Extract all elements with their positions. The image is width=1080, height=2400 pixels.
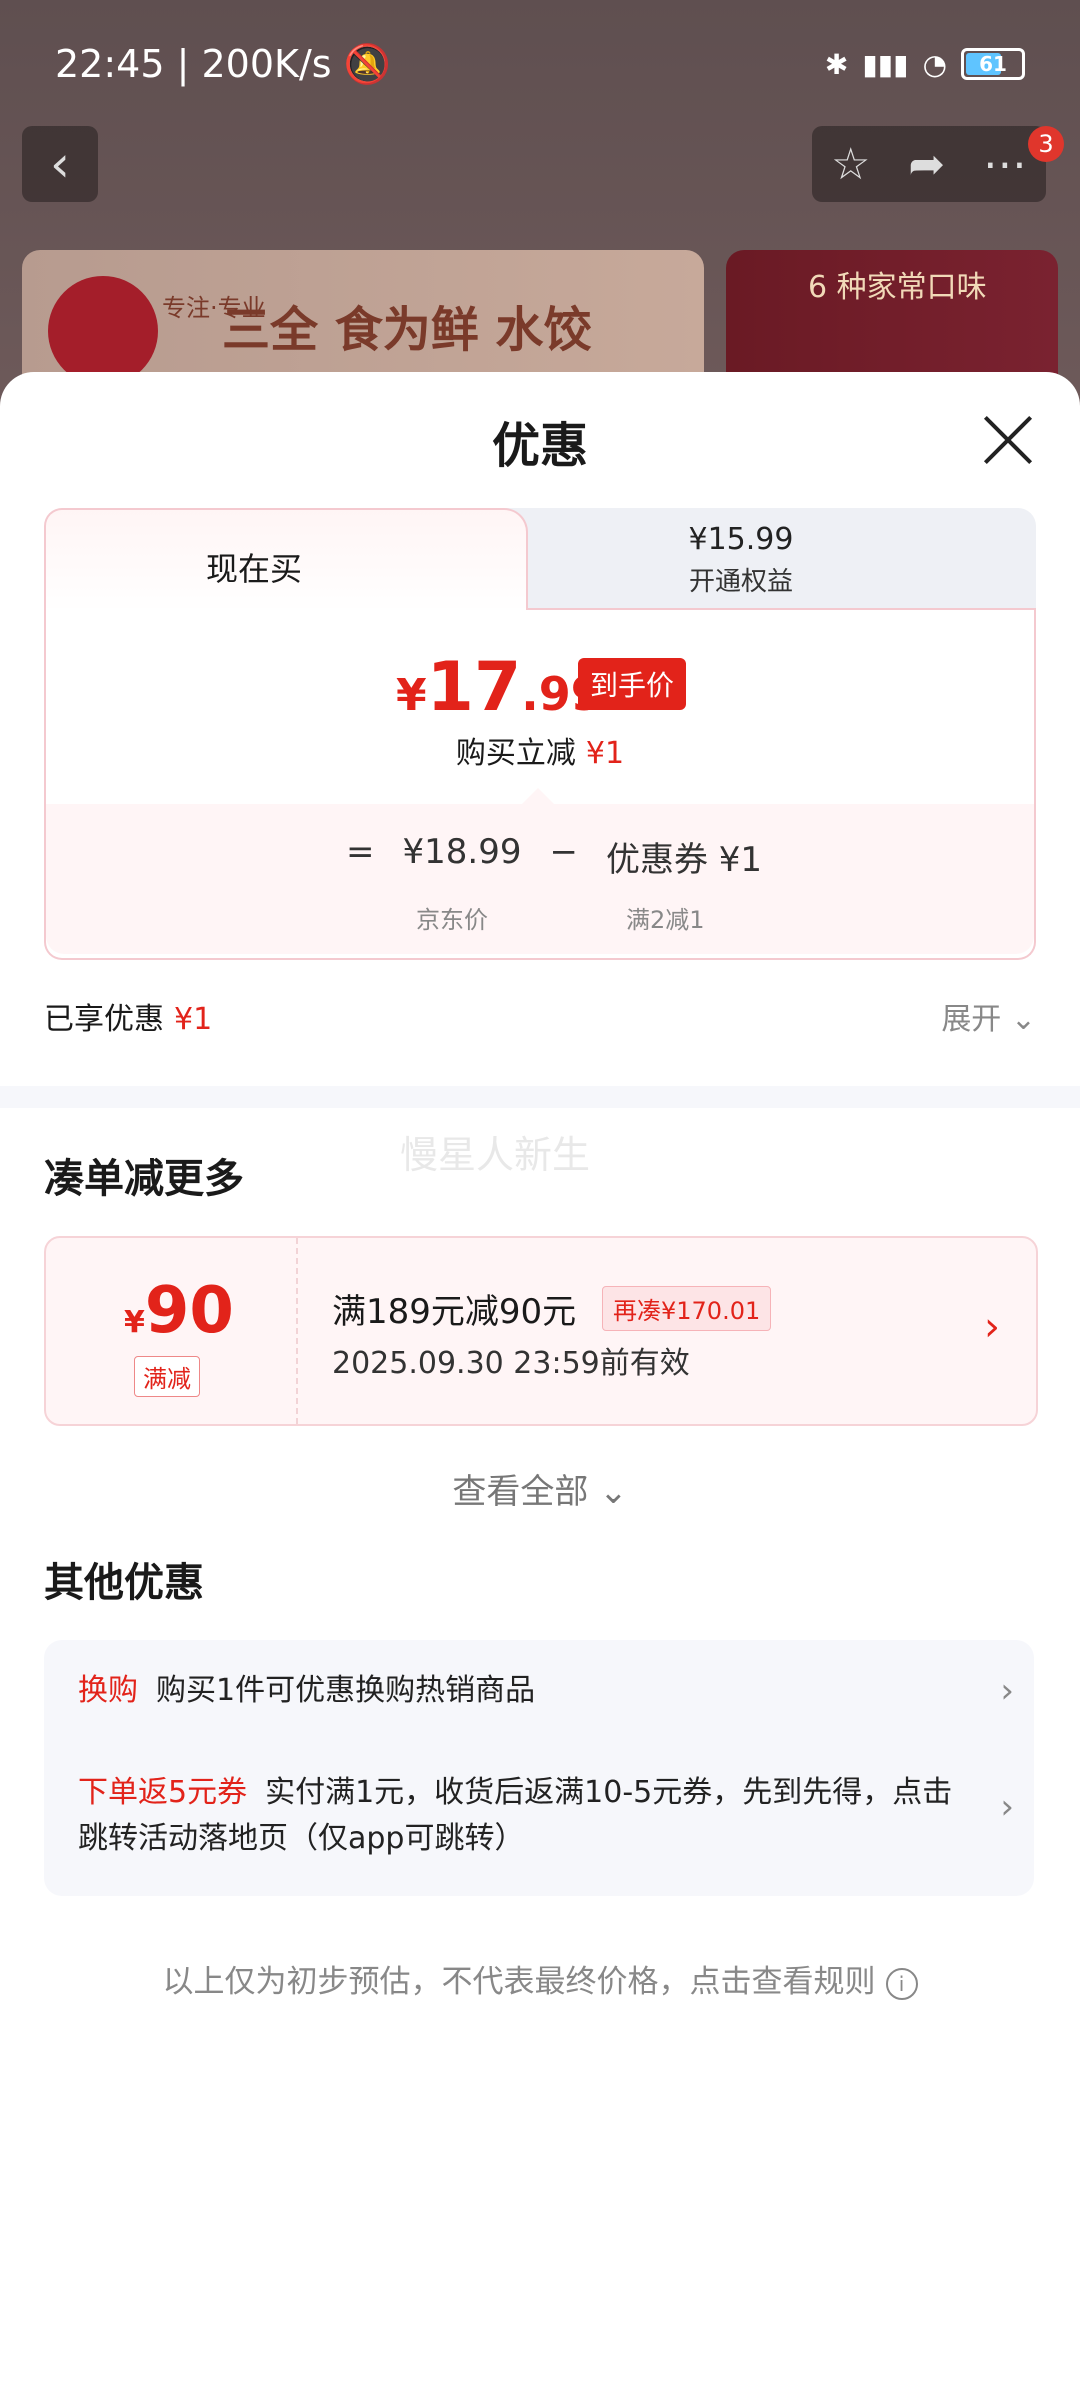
section-divider [0,1086,1080,1108]
chevron-left-icon: ‹ [50,135,70,193]
signal-icon: ▮▮▮ [862,47,909,81]
offer-tag: 换购 [78,1673,138,1708]
coupon-rule-label: 满2减1 [626,906,705,934]
star-icon[interactable]: ☆ [831,139,870,190]
enjoyed-discount: 已享优惠 ¥1 [44,1002,213,1037]
member-label: 开通权益 [688,567,793,597]
bluetooth-icon: ✱ [824,47,849,81]
section-title-other: 其他优惠 [44,1560,204,1606]
tab-buy-now-label: 现在买 [206,550,303,588]
final-price: ¥ 17 .99 [396,648,603,727]
price-card-body: ¥ 17 .99 到手价 购买立减 ¥1 = ¥18.99 − 优惠券 ¥1 京东… [44,608,1036,960]
battery-icon: 61 [961,48,1025,80]
watermark: 慢星人新生 [400,1133,591,1177]
back-button[interactable]: ‹ [22,126,98,202]
coupon-amount-area: ¥ 90 满减 [46,1238,298,1424]
close-icon[interactable] [980,412,1036,468]
tab-buy-now[interactable]: 现在买 [44,508,528,614]
price-breakdown: = ¥18.99 − 优惠券 ¥1 京东价 满2减1 [46,788,1034,954]
offer-row-exchange[interactable]: 换购 购买1件可优惠换购热销商品 › [78,1668,1014,1714]
more-icon[interactable]: ⋯ [983,139,1027,190]
tab-member[interactable]: ¥15.99 开通权益 [446,508,1036,608]
notification-badge: 3 [1028,126,1064,162]
coupon-need-more: 再凑¥170.01 [602,1286,772,1331]
status-bar: 22:45 | 200K/s 🔕 ✱ ▮▮▮ ◔ 61 [55,34,1025,94]
coupon-condition: 满189元减90元 [332,1292,577,1332]
offer-row-coupon-return[interactable]: 下单返5元券 实付满1元，收货后返满10-5元券，先到先得，点击跳转活动落地页（仅… [78,1770,1014,1862]
coupon-valid-until: 2025.09.30 23:59前有效 [332,1346,690,1381]
coupon-deduction: 优惠券 ¥1 [605,840,763,880]
status-right: ✱ ▮▮▮ ◔ 61 [825,48,1025,81]
status-left: 22:45 | 200K/s 🔕 [55,41,391,86]
status-speed: 200K/s [201,41,332,86]
brand-logo [48,276,158,386]
final-price-tag: 到手价 [578,658,687,710]
offer-text: 购买1件可优惠换购热销商品 [156,1673,536,1708]
chevron-down-icon: ⌄ [599,1472,628,1512]
info-icon: i [885,1967,918,2000]
sheet-title: 优惠 [491,418,588,474]
status-time: 22:45 [55,41,165,86]
coupon-card[interactable]: ¥ 90 满减 满189元减90元 再凑¥170.01 2025.09.30 2… [44,1236,1038,1426]
jd-price-label: 京东价 [416,906,488,934]
flavor-banner-title: 6 种家常口味 [808,270,987,305]
share-icon[interactable]: ➦ [908,139,945,190]
mute-icon: 🔕 [343,41,391,86]
member-price: ¥15.99 [688,522,794,557]
jd-price: ¥18.99 [402,832,522,872]
discount-sheet: 优惠 ¥15.99 开通权益 现在买 ¥ 17 .99 到手价 购买立减 ¥1 = [0,372,1080,2400]
equals-sign: = [346,832,375,872]
background-page: 22:45 | 200K/s 🔕 ✱ ▮▮▮ ◔ 61 ‹ ☆ ➦ ⋯ 3 专注… [0,0,1080,420]
offer-tag: 下单返5元券 [78,1775,248,1810]
coupon-amount: ¥ 90 [124,1274,234,1348]
minus-sign: − [549,832,578,872]
coupon-type-badge: 满减 [134,1356,200,1397]
chevron-right-icon: › [1000,1671,1014,1711]
wifi-icon: ◔ [922,47,947,81]
chevron-down-icon: ⌄ [1010,1002,1036,1037]
banner-title: 三全 食为鲜 水饺 [222,302,592,358]
section-title-more: 凑单减更多 [44,1156,244,1202]
chevron-right-icon: › [1000,1787,1014,1827]
other-offers-panel: 换购 购买1件可优惠换购热销商品 › 下单返5元券 实付满1元，收货后返满10-5元… [44,1640,1034,1896]
view-all-button[interactable]: 查看全部 ⌄ [0,1464,1080,1513]
chevron-right-icon: › [984,1304,1000,1350]
price-card: ¥15.99 开通权益 现在买 ¥ 17 .99 到手价 购买立减 ¥1 = ¥1… [44,508,1036,962]
top-action-group: ☆ ➦ ⋯ [812,126,1046,202]
expand-button[interactable]: 展开 ⌄ [941,994,1036,1038]
instant-reduce: 购买立减 ¥1 [455,736,625,771]
footnote[interactable]: 以上仅为初步预估，不代表最终价格，点击查看规则 i [0,1956,1080,2001]
